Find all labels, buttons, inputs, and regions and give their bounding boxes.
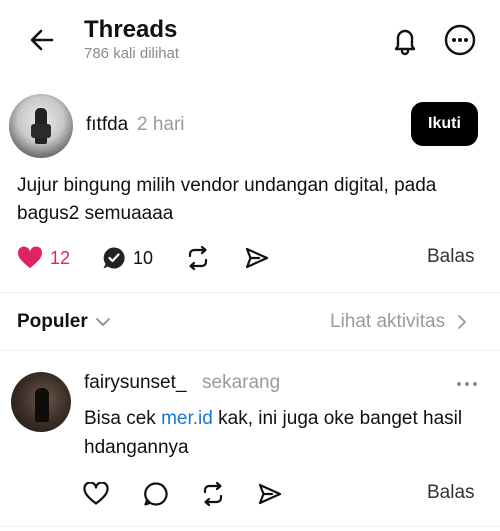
comment-button[interactable]: 10 bbox=[102, 240, 153, 276]
post-actions: 12 10 bbox=[0, 240, 500, 276]
reply-reply-button[interactable]: Balas bbox=[427, 482, 475, 504]
reply-actions bbox=[0, 476, 500, 510]
reply-avatar[interactable] bbox=[11, 372, 71, 432]
post-text: Jujur bingung milih vendor undangan digi… bbox=[17, 175, 437, 224]
like-count: 12 bbox=[50, 247, 71, 268]
ellipsis-icon bbox=[457, 382, 477, 386]
more-options-button[interactable] bbox=[442, 22, 478, 58]
reply-more-button[interactable] bbox=[452, 372, 482, 396]
back-arrow-icon bbox=[30, 29, 54, 51]
divider bbox=[0, 350, 500, 351]
reply-text: Bisa cek mer.id kak, ini juga oke banget… bbox=[84, 404, 484, 462]
reply-button[interactable]: Balas bbox=[427, 246, 475, 268]
notifications-button[interactable] bbox=[387, 22, 423, 58]
top-bar: Threads 786 kali dilihat bbox=[0, 0, 500, 78]
heart-icon bbox=[83, 482, 109, 505]
reply-timestamp: sekarang bbox=[202, 372, 281, 393]
send-icon bbox=[245, 247, 269, 269]
post-avatar[interactable] bbox=[9, 94, 73, 158]
repost-button[interactable] bbox=[185, 240, 211, 276]
post-username[interactable]: fıtfda bbox=[86, 114, 128, 136]
reply-link[interactable]: mer.id bbox=[161, 408, 213, 429]
activity-label: Lihat aktivitas bbox=[330, 311, 446, 332]
divider bbox=[0, 526, 500, 527]
view-activity-link[interactable]: Lihat aktivitas bbox=[330, 311, 471, 333]
repost-icon bbox=[188, 245, 208, 271]
like-button[interactable]: 12 bbox=[17, 240, 70, 276]
bell-icon bbox=[394, 29, 416, 56]
post-timestamp: 2 hari bbox=[137, 114, 185, 135]
chevron-down-icon bbox=[95, 318, 110, 326]
view-count: 786 kali dilihat bbox=[84, 45, 180, 62]
divider bbox=[0, 292, 500, 293]
send-icon bbox=[258, 483, 282, 505]
reply-repost-button[interactable] bbox=[200, 476, 226, 512]
repost-icon bbox=[203, 481, 223, 507]
reply-comment-button[interactable] bbox=[143, 476, 169, 512]
back-button[interactable] bbox=[26, 24, 58, 56]
follow-button[interactable]: Ikuti bbox=[411, 102, 478, 146]
reply-like-button[interactable] bbox=[83, 476, 109, 512]
heart-filled-icon bbox=[17, 246, 43, 268]
share-button[interactable] bbox=[244, 240, 270, 276]
comment-count: 10 bbox=[133, 247, 154, 268]
page-title: Threads bbox=[84, 16, 178, 43]
reply-share-button[interactable] bbox=[257, 476, 283, 512]
sort-dropdown[interactable]: Populer bbox=[17, 311, 112, 333]
comment-check-icon bbox=[103, 247, 125, 269]
chevron-right-icon bbox=[458, 315, 467, 329]
comment-icon bbox=[144, 482, 168, 506]
more-icon bbox=[444, 24, 476, 56]
sort-label: Populer bbox=[17, 311, 88, 332]
reply-username[interactable]: fairysunset_ bbox=[84, 372, 186, 394]
reply-text-start: Bisa cek bbox=[84, 408, 162, 429]
replies-filter-row: Populer Lihat aktivitas bbox=[0, 300, 500, 342]
